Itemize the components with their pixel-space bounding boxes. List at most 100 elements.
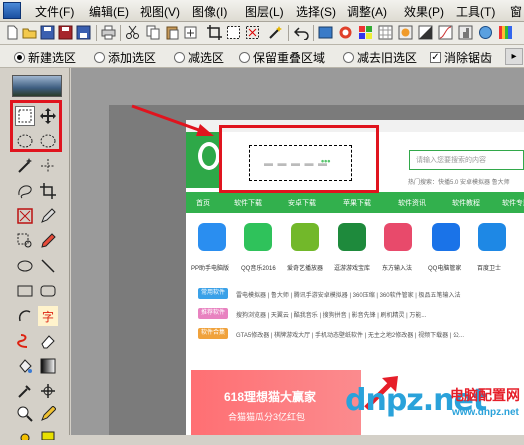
crop-tool[interactable] bbox=[38, 181, 58, 201]
print-icon[interactable] bbox=[101, 25, 116, 40]
cut-icon[interactable] bbox=[125, 25, 140, 40]
promo-banner-subtitle: 合猫猫瓜分3亿红包 bbox=[228, 412, 306, 422]
move-selection-tool[interactable] bbox=[38, 156, 58, 176]
app-icon-baidu bbox=[478, 223, 506, 251]
clone-stamp-tool[interactable] bbox=[38, 381, 58, 401]
recolor-icon bbox=[17, 334, 28, 348]
site-nav-apple: 苹果下载 bbox=[343, 200, 371, 207]
app-label: 爱奇艺播放器 bbox=[287, 266, 324, 272]
pen-tool[interactable] bbox=[38, 206, 58, 226]
menu-view[interactable]: 视图(V) bbox=[140, 3, 180, 20]
app-icon-input bbox=[384, 223, 412, 251]
brightness-icon[interactable] bbox=[418, 25, 433, 40]
brush-tool[interactable] bbox=[38, 404, 58, 424]
app-icon-qqmusic bbox=[244, 223, 272, 251]
menu-effects[interactable]: 效果(P) bbox=[404, 3, 444, 20]
intersect-selection-option[interactable]: 保留重叠区域 bbox=[239, 49, 325, 66]
app-icon-qqmanager bbox=[432, 223, 460, 251]
zoom-tool[interactable] bbox=[15, 404, 35, 424]
color-icon[interactable] bbox=[338, 25, 353, 40]
eraser-tool[interactable] bbox=[38, 331, 58, 351]
xor-selection-radio[interactable] bbox=[343, 52, 354, 63]
app-icon-pp bbox=[198, 223, 226, 251]
image-icon[interactable] bbox=[318, 25, 333, 40]
paint-bucket-icon bbox=[19, 359, 32, 373]
watermark-cn-text: 电脑配置网 bbox=[450, 387, 520, 403]
image-thumbnail[interactable] bbox=[12, 75, 62, 97]
sun-tool[interactable] bbox=[15, 425, 35, 445]
pencil-tool[interactable] bbox=[38, 231, 58, 251]
zoom-select-icon bbox=[17, 233, 32, 248]
move-selection-icon bbox=[41, 159, 55, 173]
deselect-icon[interactable] bbox=[245, 25, 260, 40]
levels-icon[interactable] bbox=[458, 25, 473, 40]
add-selection-radio[interactable] bbox=[94, 52, 105, 63]
toolbar-separator bbox=[120, 25, 121, 41]
antialias-option[interactable]: ✓ 消除锯齿 bbox=[430, 49, 492, 66]
menu-window[interactable]: 窗 bbox=[510, 3, 522, 20]
menu-adjust[interactable]: 调整(A) bbox=[347, 3, 387, 20]
subtract-selection-radio[interactable] bbox=[174, 52, 185, 63]
paint-bucket-tool[interactable] bbox=[15, 356, 35, 376]
antialias-checkbox[interactable]: ✓ bbox=[430, 52, 441, 63]
magic-wand-tool[interactable] bbox=[15, 156, 35, 176]
color-picker-tool[interactable] bbox=[15, 381, 35, 401]
color-swap-tool[interactable] bbox=[38, 425, 58, 445]
menu-image[interactable]: 图像(I) bbox=[192, 3, 227, 20]
gradient-tool[interactable] bbox=[38, 356, 58, 376]
line-tool[interactable] bbox=[38, 256, 58, 276]
resize-tool[interactable] bbox=[15, 206, 35, 226]
save-icon[interactable] bbox=[40, 25, 55, 40]
subtract-selection-option[interactable]: 减选区 bbox=[174, 49, 224, 66]
freeform-tool[interactable] bbox=[15, 306, 35, 326]
new-selection-radio[interactable] bbox=[14, 52, 25, 63]
xor-selection-option[interactable]: 减去旧选区 bbox=[343, 49, 417, 66]
select-all-icon[interactable] bbox=[226, 25, 241, 40]
freeform-icon bbox=[18, 310, 31, 322]
zoom-select-tool[interactable] bbox=[15, 231, 35, 251]
curves-icon[interactable] bbox=[438, 25, 453, 40]
site-nav-android: 安卓下载 bbox=[288, 200, 316, 207]
hue-icon[interactable] bbox=[398, 25, 413, 40]
paste-icon[interactable] bbox=[165, 25, 180, 40]
promo-banner-title: 618理想猫大赢家 bbox=[224, 390, 317, 404]
new-icon[interactable] bbox=[5, 25, 20, 40]
row-tag-recommend: 推荐软件 bbox=[198, 308, 228, 319]
menu-select[interactable]: 选择(S) bbox=[296, 3, 336, 20]
menu-file[interactable]: 文件(F) bbox=[35, 3, 74, 20]
recolor-tool[interactable] bbox=[15, 331, 35, 351]
crop-icon[interactable] bbox=[207, 25, 222, 40]
eraser-icon bbox=[41, 335, 55, 349]
ellipse-tool[interactable] bbox=[15, 256, 35, 276]
site-nav-topics: 软件专题 bbox=[502, 200, 524, 207]
paste-new-icon[interactable] bbox=[183, 25, 198, 40]
new-selection-option[interactable]: 新建选区 bbox=[14, 49, 76, 66]
menu-layer[interactable]: 图层(L) bbox=[245, 3, 284, 20]
undo-icon[interactable] bbox=[294, 25, 309, 40]
copy-icon[interactable] bbox=[146, 25, 161, 40]
color-swap-icon bbox=[41, 431, 55, 440]
eyedropper-icon bbox=[18, 385, 31, 398]
lasso-tool[interactable] bbox=[15, 181, 35, 201]
open-icon[interactable] bbox=[22, 25, 37, 40]
add-selection-option[interactable]: 添加选区 bbox=[94, 49, 156, 66]
text-tool[interactable]: 字 bbox=[38, 306, 58, 326]
options-extra-button[interactable]: ▸ bbox=[505, 48, 523, 65]
save-copy-icon[interactable] bbox=[76, 25, 91, 40]
line-icon bbox=[41, 259, 55, 273]
intersect-selection-radio[interactable] bbox=[239, 52, 250, 63]
rectangle-tool[interactable] bbox=[15, 281, 35, 301]
menu-edit[interactable]: 编辑(E) bbox=[89, 3, 129, 20]
app-icon[interactable] bbox=[3, 2, 21, 19]
grid-icon[interactable] bbox=[378, 25, 393, 40]
effects-icon[interactable] bbox=[478, 25, 493, 40]
rounded-rect-tool[interactable] bbox=[38, 281, 58, 301]
app-icon-game bbox=[338, 223, 366, 251]
palette-icon[interactable] bbox=[358, 25, 373, 40]
site-nav-software: 软件下载 bbox=[234, 200, 262, 207]
save-as-icon[interactable] bbox=[58, 25, 73, 40]
magic-icon[interactable] bbox=[268, 25, 283, 40]
rainbow-icon[interactable] bbox=[498, 25, 513, 40]
menu-tools[interactable]: 工具(T) bbox=[456, 3, 495, 20]
red-arrow-icon bbox=[131, 104, 214, 136]
